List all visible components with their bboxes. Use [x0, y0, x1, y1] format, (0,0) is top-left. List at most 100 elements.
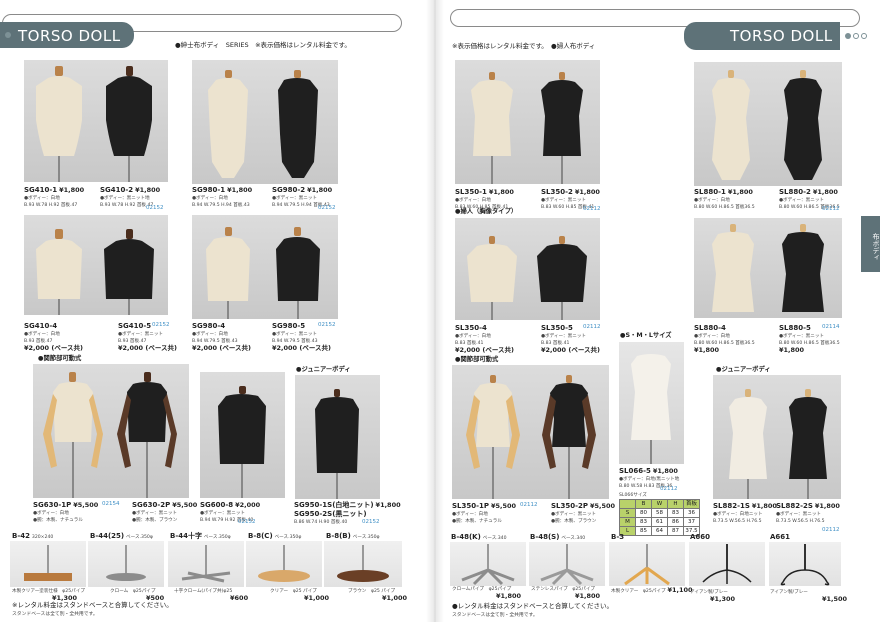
torso-pair-image [729, 389, 827, 499]
section-junior-left: ●ジュニアーボディ [296, 366, 351, 373]
base-image [780, 544, 830, 586]
side-tab-text: 布ボディ [872, 233, 880, 261]
product-photo [192, 215, 338, 319]
caption-SL350-2P: SL350-2P ¥5,500 ●ボディー：黒ニット ●腕：木製、ブラウン [551, 502, 616, 524]
catalog-number: 02152 [318, 205, 336, 211]
product-photo [713, 375, 841, 499]
base-desc: アイアン製/ブレー ¥1,300 [690, 590, 736, 603]
base-label: A660 [690, 533, 711, 541]
torso-image [631, 354, 671, 464]
torso-image [218, 386, 266, 498]
footnote-left: ※レンタル料金はスタンドベースと合算してください。 [12, 601, 173, 609]
catalog-number: 02152 [152, 322, 170, 328]
catalog-number: 02112 [822, 206, 840, 212]
catalog-number: 02154 [102, 501, 120, 507]
base-photo [450, 542, 526, 586]
caption-SG410-1: SG410-1 ¥1,800 ●ボディー：白地 B.93 W.78 H.92 首板.… [24, 186, 85, 208]
caption-SG980-1: SG980-1 ¥1,800 ●ボディー：白地 B.94 W.79.5 H.94 首… [192, 186, 253, 208]
torso-image [315, 389, 359, 499]
product-photo [694, 218, 842, 318]
torso-arm-pair-image [466, 375, 596, 499]
base-photo [88, 541, 164, 587]
base-desc: ブラウン φ25 パイプ ¥1,000 [348, 589, 408, 602]
caption-SL350-1: SL350-1 ¥1,800 ●ボディー：白地 B.83 W.60 H.85 首板.… [455, 188, 514, 210]
section-sml: ●S・M・Lサイズ [620, 332, 672, 339]
base-photo [609, 542, 685, 586]
left-title: TORSO DOLL [0, 22, 134, 48]
base-label: B-3 [611, 533, 625, 541]
section-junior-right: ●ジュニアーボディ [716, 366, 771, 373]
footnote-right-sub: スタンドベースは全て別・全共用です。 [452, 613, 538, 618]
product-photo [455, 60, 600, 184]
torso-pair-image [467, 236, 587, 320]
size-table-title: SL066サイズ [619, 493, 647, 498]
base-photo [769, 542, 841, 586]
left-title-text: TORSO DOLL [18, 27, 121, 45]
side-tab: 布ボディ [861, 216, 880, 272]
catalog-number: 02152 [318, 322, 336, 328]
base-image [181, 545, 231, 583]
base-image [258, 545, 310, 582]
torso-pair-image [712, 70, 822, 180]
catalog-number: 02112 [520, 502, 538, 508]
right-header-note: ※表示価格はレンタル料金です。 ●婦人布ボディ [452, 42, 596, 50]
footnote-right: ●レンタル料金はスタンドベースと合算してください。 [452, 602, 613, 610]
left-dot-icon [5, 32, 11, 38]
product-photo [295, 375, 380, 499]
base-label: B-44十字 ベース.350φ [170, 532, 231, 540]
base-photo [10, 541, 86, 587]
page-gutter [426, 0, 444, 622]
product-photo [24, 60, 168, 182]
right-title: TORSO DOLL [684, 22, 840, 50]
base-image [624, 544, 670, 586]
base-desc: クリアー φ25 パイプ ¥1,000 [270, 589, 330, 602]
base-photo [689, 542, 765, 586]
catalog-number: 02112 [583, 206, 601, 212]
torso-pair-image [208, 70, 318, 178]
product-photo [619, 342, 684, 464]
caption-SG630-1P: SG630-1P ¥5,500 ●ボディー：白地 ●腕：木製、ナチュラル [33, 501, 99, 523]
base-image [540, 544, 594, 586]
base-label: B-42 320×240 [12, 532, 54, 540]
base-image [106, 545, 146, 581]
catalog-number: 02112 [660, 486, 678, 492]
caption-SL350-1P: SL350-1P ¥5,500 ●ボディー：白地 ●腕：木製、ナチュラル [452, 502, 517, 524]
torso-pair-image [206, 227, 320, 319]
right-title-text: TORSO DOLL [730, 27, 833, 45]
base-label: B-8(C) ベース.350φ [248, 532, 302, 540]
catalog-number: 02152 [146, 205, 164, 211]
catalog-number: 02114 [822, 324, 840, 330]
section-arm-right: ●関節部可動式 [455, 356, 499, 363]
right-dot-icon [853, 33, 859, 39]
base-label: B-44(25) ベース.350φ [90, 532, 153, 540]
base-image [337, 545, 389, 582]
base-desc: クロームパイプ φ25パイプ ¥1,800 [452, 587, 522, 600]
torso-pair-image [36, 229, 154, 315]
base-photo [168, 541, 244, 587]
product-photo [455, 218, 600, 320]
left-header-note: ●紳士布ボディ SERIES ※表示価格はレンタル料金です。 [175, 41, 351, 49]
base-label: B-48(K) ベース.340 [451, 533, 507, 541]
product-photo [694, 62, 842, 186]
catalog-number: 02152 [238, 519, 256, 525]
caption-SG950: SG950-1S(白地ニット) ¥1,800 SG950-2S(黒ニット) B.86… [294, 501, 401, 525]
catalog-number: 02112 [822, 527, 840, 533]
product-photo [24, 215, 168, 315]
caption-SG630-2P: SG630-2P ¥5,500 ●ボディー：黒ニット ●腕：木製、ブラウン [132, 501, 198, 523]
caption-SL880-1: SL880-1 ¥1,800 ●ボディー：白地 B.80 W.60 H.86.5 首… [694, 188, 755, 210]
section-arm-left: ●関節部可動式 [38, 355, 82, 362]
catalog-number: 02152 [362, 519, 380, 525]
catalog-number: 02112 [583, 324, 601, 330]
caption-SG410-4: SG410-4 ●ボディー：白地 B.93 首板.47 ¥2,000 (ベース共) [24, 322, 83, 352]
base-label: B-8(B) ベース.350φ [326, 532, 380, 540]
base-label: B-48(S) ベース.340 [530, 533, 586, 541]
torso-pair-image [471, 72, 583, 184]
base-image [702, 544, 752, 584]
base-photo [529, 542, 605, 586]
product-photo [33, 364, 189, 498]
caption-SL350-4: SL350-4 ●ボディー：白地 B.83 首板.41 ¥2,000 (ベース共) [455, 324, 514, 354]
size-table: B W H 首板 S 80 58 83 36 M 83 61 86 37 L 85 64 87 37.5 [619, 499, 700, 536]
base-image [24, 545, 72, 581]
right-dot-icon [845, 33, 851, 39]
right-dot-icon [861, 33, 867, 39]
